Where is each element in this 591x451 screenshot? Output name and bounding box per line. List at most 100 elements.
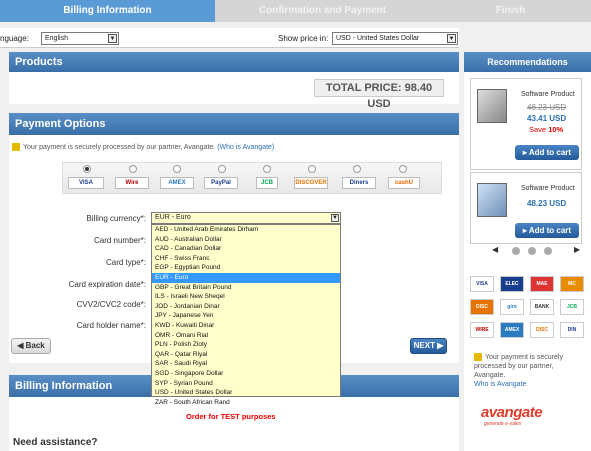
carousel-dot[interactable] [512, 247, 520, 255]
recommendations-header: Recommendations [464, 52, 591, 72]
currency-option[interactable]: CAD - Canadian Dollar [152, 244, 340, 254]
add-to-cart-button[interactable]: ▸ Add to cart [515, 145, 579, 160]
visa-electron-logo: ELEC [500, 276, 524, 292]
payment-options-header: Payment Options [9, 113, 459, 135]
maestro-logo: MAE [530, 276, 554, 292]
giropay-logo: giro [500, 299, 524, 315]
currency-options-list: AED - United Arab Emirates Dirham AUD - A… [151, 224, 341, 406]
radio-wire[interactable] [129, 165, 137, 173]
secure-note: Your payment is securely processed by ou… [12, 143, 274, 151]
card-number-label: Card number*: [93, 236, 146, 245]
currency-option[interactable]: SAR - Saudi Riyal [152, 359, 340, 369]
card-paypal-logo: PayPal [204, 177, 238, 189]
carousel-dot[interactable] [528, 247, 536, 255]
new-price: 43.41 USD [527, 114, 567, 123]
currency-option[interactable]: SGD - Singapore Dollar [152, 369, 340, 379]
carousel-dot[interactable] [544, 247, 552, 255]
language-select[interactable]: English ▼ [41, 32, 119, 45]
radio-visa[interactable] [83, 165, 91, 173]
currency-display-select[interactable]: USD - United States Dollar ▼ [332, 32, 458, 45]
currency-option[interactable]: CHF - Swiss Franc [152, 254, 340, 264]
radio-diners[interactable] [353, 165, 361, 173]
back-button[interactable]: ◀ Back [11, 338, 51, 354]
carousel-dots: ◀ ▶ [490, 244, 590, 258]
currency-option[interactable]: AED - United Arab Emirates Dirham [152, 225, 340, 235]
currency-option[interactable]: JPY - Japanese Yen [152, 311, 340, 321]
product-price: 48.23 USD [527, 199, 567, 208]
product-name: Software Product [521, 91, 575, 98]
card-holder-label: Card holder name*: [76, 321, 146, 330]
chevron-down-icon: ▼ [447, 34, 456, 43]
mastercard-logo: MC [560, 276, 584, 292]
bank-logo: BANK [530, 299, 554, 315]
currency-option[interactable]: EUR - Euro [152, 272, 340, 283]
cvv-label: CVV2/CVC2 code*: [76, 300, 146, 309]
chevron-down-icon: ▼ [331, 214, 339, 222]
step-billing: Billing Information [0, 0, 215, 22]
card-expiration-label: Card expiration date*: [68, 280, 146, 289]
test-order-note: Order for TEST purposes [186, 412, 276, 421]
checkout-steps: Billing Information Confirmation and Pay… [0, 0, 591, 22]
product-box-image [477, 89, 507, 123]
card-amex-logo: AMEX [160, 177, 194, 189]
products-header: Products [9, 52, 459, 72]
avangate-logo: avangate [481, 404, 543, 421]
payment-methods: VISA Wire AMEX PayPal JCB DISCOVER Diner… [62, 162, 442, 194]
avangate-tagline: generate e-sales [484, 421, 522, 427]
lock-icon [12, 143, 20, 151]
currency-option[interactable]: PLN - Polish Zloty [152, 340, 340, 350]
visa-logo: VISA [470, 276, 494, 292]
total-price: TOTAL PRICE: 98.40 USD [314, 79, 444, 110]
currency-option[interactable]: EGP - Egyptian Pound [152, 263, 340, 273]
add-to-cart-button[interactable]: ▸ Add to cart [515, 223, 579, 238]
card-discover-logo: DISCOVER [294, 177, 328, 189]
lock-icon [474, 353, 482, 362]
currency-option[interactable]: ILS - Israeli New Sheqel [152, 292, 340, 302]
right-secure-note: Your payment is securely processed by ou… [474, 353, 563, 388]
currency-option[interactable]: QAR - Qatar Riyal [152, 350, 340, 360]
currency-option[interactable]: GBP - Great Britain Pound [152, 283, 340, 293]
language-bar: nguage: English ▼ Show price in: USD - U… [0, 28, 459, 48]
product-box-image [477, 183, 507, 217]
card-wire-logo: Wire [115, 177, 149, 189]
currency-option[interactable]: OMR - Omani Rial [152, 331, 340, 341]
currency-option[interactable]: JOD - Jordanian Dinar [152, 302, 340, 312]
discover-logo: DISC [470, 299, 494, 315]
jcb-logo: JCB [560, 299, 584, 315]
step-finish: Finish [430, 0, 591, 22]
old-price: 48.23 USD [527, 103, 567, 112]
currency-option[interactable]: USD - United States Dollar [152, 388, 340, 398]
currency-option[interactable]: KWD - Kuwaiti Dinar [152, 321, 340, 331]
billing-currency-select[interactable]: EUR - Euro ▼ [151, 212, 341, 224]
diners-logo: DIN [560, 322, 584, 338]
wire-logo: WIRE [470, 322, 494, 338]
step-confirmation: Confirmation and Payment [215, 0, 430, 22]
next-button[interactable]: NEXT ▶ [410, 338, 447, 354]
card-cashu-logo: cashU [388, 177, 420, 189]
language-label: nguage: [0, 34, 29, 43]
card-diners-logo: Diners [342, 177, 376, 189]
radio-discover[interactable] [308, 165, 316, 173]
save-text: Save 10% [529, 125, 564, 134]
product-card: Software Product 48.23 USD 43.41 USD Sav… [470, 78, 582, 170]
currency-option[interactable]: ZAR - South African Rand [152, 398, 340, 408]
need-assistance-heading: Need assistance? [13, 437, 98, 448]
billing-currency-label: Billing currency*: [86, 214, 146, 223]
next-arrow-icon[interactable]: ▶ [574, 245, 580, 254]
radio-jcb[interactable] [263, 165, 271, 173]
radio-cashu[interactable] [399, 165, 407, 173]
chevron-down-icon: ▼ [108, 34, 117, 43]
radio-amex[interactable] [173, 165, 181, 173]
prev-arrow-icon[interactable]: ◀ [492, 245, 498, 254]
who-is-avangate-link[interactable]: (Who is Avangate) [217, 144, 274, 151]
currency-option[interactable]: AUD - Australian Dollar [152, 235, 340, 245]
currency-option[interactable]: SYP - Syrian Pound [152, 379, 340, 389]
discover-logo: DISC [530, 322, 554, 338]
price-in-label: Show price in: [278, 34, 329, 43]
card-visa-logo: VISA [68, 177, 104, 189]
card-jcb-logo: JCB [256, 177, 278, 189]
who-is-avangate-link[interactable]: Who is Avangate [474, 381, 526, 388]
product-name: Software Product [521, 185, 575, 192]
radio-paypal[interactable] [218, 165, 226, 173]
card-type-label: Card type*: [105, 258, 146, 267]
